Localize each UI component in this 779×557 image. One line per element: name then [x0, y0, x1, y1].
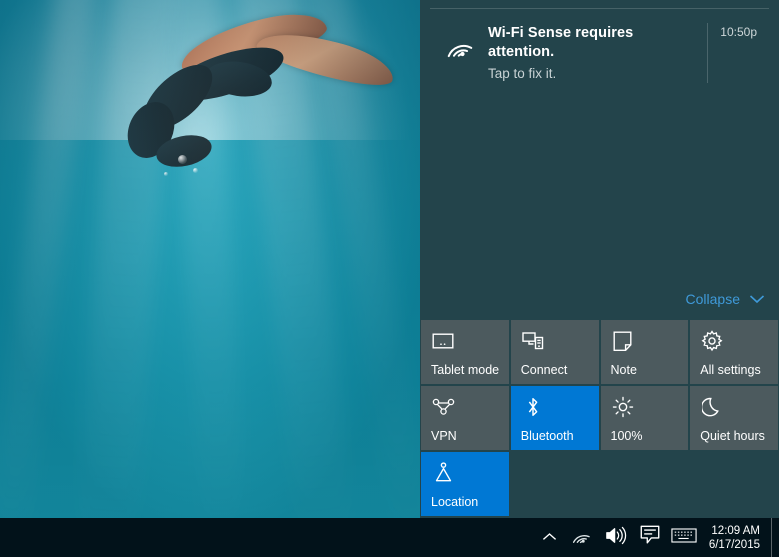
quick-action-label: Tablet mode: [431, 363, 500, 377]
quick-action-label: All settings: [700, 363, 761, 377]
clock-date: 6/17/2015: [708, 538, 760, 551]
quick-action-quiet-hours[interactable]: Quiet hours: [690, 386, 778, 450]
volume-speaker-icon: [605, 526, 627, 550]
quick-action-all-settings[interactable]: All settings: [690, 320, 778, 384]
collapse-row: Collapse: [420, 282, 779, 316]
quick-action-empty-slot: [601, 452, 689, 516]
moon-icon: [700, 395, 724, 419]
quick-actions-grid: Tablet mode Connect Note All settings VP…: [420, 320, 779, 518]
action-center-panel: Wi-Fi Sense requires attention. Tap to f…: [420, 0, 779, 518]
notification-item[interactable]: Wi-Fi Sense requires attention. Tap to f…: [430, 8, 769, 99]
notification-text: Wi-Fi Sense requires attention. Tap to f…: [488, 23, 701, 83]
gear-icon: [700, 329, 724, 353]
location-icon: [431, 461, 455, 485]
collapse-label: Collapse: [685, 291, 740, 307]
windows-desktop-screen: Wi-Fi Sense requires attention. Tap to f…: [0, 0, 779, 557]
notification-title: Wi-Fi Sense requires attention.: [488, 25, 634, 60]
quick-action-connect[interactable]: Connect: [510, 320, 599, 384]
collapse-button[interactable]: Collapse: [686, 291, 765, 307]
quick-action-vpn[interactable]: VPN: [421, 386, 509, 450]
quick-action-brightness[interactable]: 100%: [600, 386, 689, 450]
note-icon: [611, 329, 635, 353]
notification-timestamp: 10:50p: [720, 25, 757, 39]
quick-action-note[interactable]: Note: [600, 320, 689, 384]
quick-action-label: Note: [610, 363, 637, 377]
bluetooth-icon: [521, 395, 545, 419]
quick-action-bluetooth[interactable]: Bluetooth: [510, 386, 599, 450]
quick-action-empty-slot: [511, 452, 599, 516]
system-tray: 12:09 AM 6/17/2015: [535, 518, 779, 557]
quick-action-label: Bluetooth: [520, 429, 574, 443]
brightness-icon: [611, 395, 635, 419]
show-hidden-icons-button[interactable]: [535, 518, 565, 557]
touch-keyboard-icon: [671, 527, 697, 549]
tablet-icon: [431, 329, 455, 353]
notification-subtitle: Tap to fix it.: [488, 66, 557, 81]
action-center-button[interactable]: [633, 518, 667, 557]
volume-button[interactable]: [599, 518, 633, 557]
quick-action-label: Connect: [520, 363, 568, 377]
quick-action-tablet-mode[interactable]: Tablet mode: [421, 320, 509, 384]
action-center-icon: [640, 525, 660, 550]
quick-action-label: Location: [431, 495, 479, 509]
desktop-wallpaper[interactable]: [0, 0, 420, 518]
quick-action-label: 100%: [610, 429, 643, 443]
quick-action-label: VPN: [431, 429, 457, 443]
wifi-sense-icon: [440, 25, 480, 65]
connect-icon: [521, 329, 545, 353]
notification-time-container: 10:50p: [707, 23, 757, 83]
notification-list: Wi-Fi Sense requires attention. Tap to f…: [420, 0, 779, 282]
clock[interactable]: 12:09 AM 6/17/2015: [701, 518, 771, 557]
show-desktop-button[interactable]: [771, 518, 779, 557]
chevron-up-icon: [542, 529, 557, 547]
network-button[interactable]: [565, 518, 599, 557]
chevron-down-icon: [749, 291, 765, 307]
quick-action-empty-slot: [690, 452, 778, 516]
clock-time: 12:09 AM: [711, 524, 760, 537]
quick-action-location[interactable]: Location: [421, 452, 509, 516]
network-wifi-icon: [571, 526, 592, 550]
water-vignette: [0, 0, 420, 518]
touch-keyboard-button[interactable]: [667, 518, 701, 557]
quick-action-label: Quiet hours: [700, 429, 765, 443]
vpn-icon: [431, 395, 455, 419]
taskbar: 12:09 AM 6/17/2015: [0, 518, 779, 557]
